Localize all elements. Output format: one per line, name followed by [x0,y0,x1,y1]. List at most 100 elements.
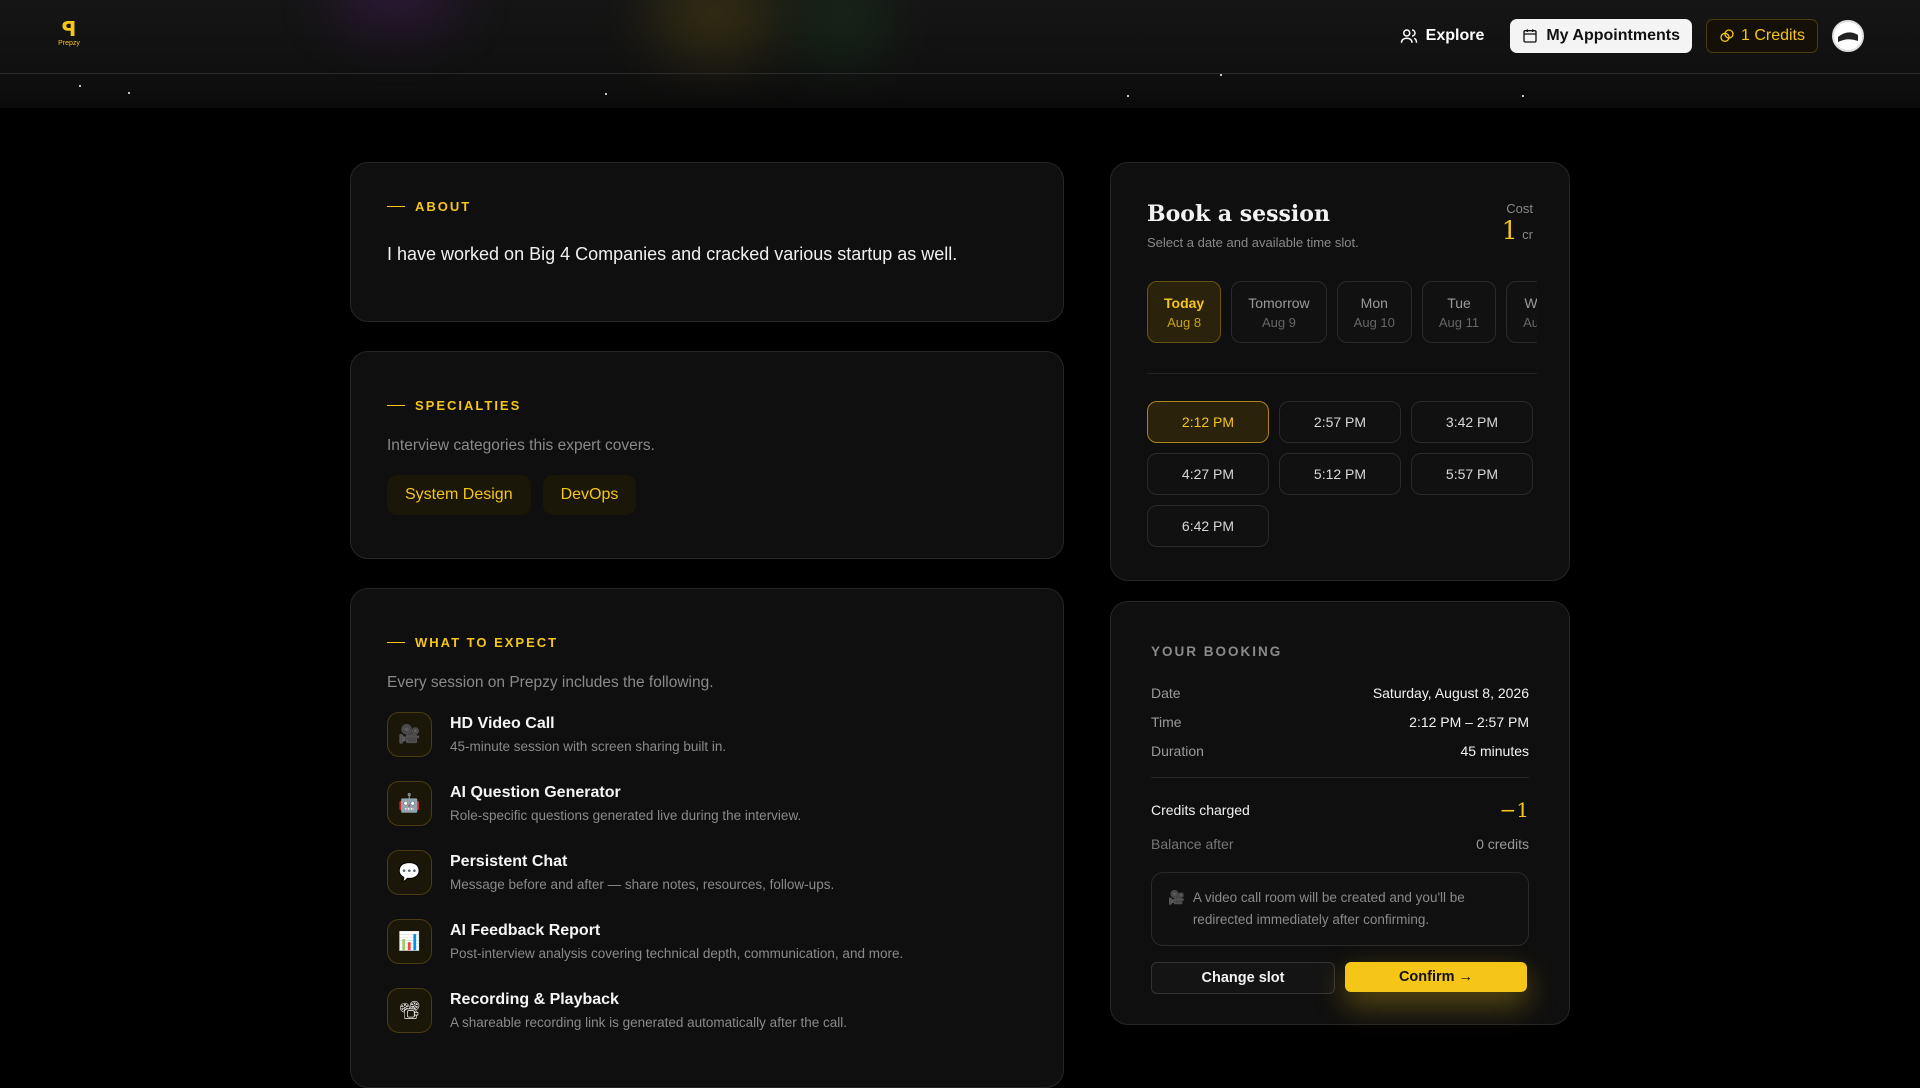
specialties-card: SPECIALTIES Interview categories this ex… [350,351,1064,559]
robot-icon: 🤖 [387,781,432,826]
specialty-chips: System Design DevOps [387,475,1027,515]
specialty-chip[interactable]: DevOps [542,475,637,515]
feature-title: Persistent Chat [450,853,568,870]
background-glow [330,0,460,30]
video-camera-icon: 🎥 [1168,890,1185,905]
explore-link[interactable]: Explore [1388,27,1497,45]
date-option-today[interactable]: Today Aug 8 [1147,281,1222,343]
date-day: Today [1164,294,1205,311]
booking-time-value: 2:12 PM – 2:57 PM [1409,714,1529,730]
date-option-wed[interactable]: We Aug [1506,281,1537,343]
logo-wordmark: Prepzy [58,40,80,47]
specialty-chip[interactable]: System Design [387,475,531,515]
your-booking-card: YOUR BOOKING Date Saturday, August 8, 20… [1110,601,1570,1025]
feature-description: Role-specific questions generated live d… [450,808,802,823]
time-slot[interactable]: 6:42 PM [1147,505,1269,547]
cost-value: 1 [1501,216,1518,245]
date-date: Aug 10 [1353,314,1395,330]
feature-description: Post-interview analysis covering technic… [450,946,904,961]
booking-time-label: Time [1151,714,1182,730]
booking-duration-label: Duration [1151,743,1204,759]
topbar-divider [0,73,1920,74]
cost-unit: cr [1522,227,1533,242]
feature-description: 45-minute session with screen sharing bu… [450,739,727,754]
film-icon: 📽 [387,988,432,1033]
date-day: Tomorrow [1248,294,1310,311]
balance-after-value: 0 credits [1476,836,1529,852]
time-slot[interactable]: 4:27 PM [1147,453,1269,495]
book-session-card: Book a session Select a date and availab… [1110,162,1570,581]
date-option-tomorrow[interactable]: Tomorrow Aug 9 [1231,281,1327,343]
time-slot[interactable]: 5:12 PM [1279,453,1401,495]
feature-item-ai-question-generator: 🤖 AI Question Generator Role-specific qu… [387,781,1027,826]
avatar-image-icon [1835,22,1861,49]
my-appointments-button[interactable]: My Appointments [1510,18,1692,53]
star-dot [79,85,81,87]
time-slot[interactable]: 2:57 PM [1279,401,1401,443]
time-slot[interactable]: 3:42 PM [1411,401,1533,443]
date-option-tue[interactable]: Tue Aug 11 [1421,281,1497,343]
credits-label: 1 Credits [1740,26,1805,44]
balance-after-label: Balance after [1151,836,1234,852]
book-session-subtitle: Select a date and available time slot. [1147,235,1359,250]
balance-after-row: Balance after 0 credits [1151,836,1529,852]
feature-title: HD Video Call [450,715,555,732]
feature-item-hd-video-call: 🎥 HD Video Call 45-minute session with s… [387,712,1027,757]
date-date: Aug 11 [1438,314,1480,330]
star-dot [1522,95,1524,97]
what-to-expect-card: WHAT TO EXPECT Every session on Prepzy i… [350,588,1064,1088]
video-room-notice: 🎥 A video call room will be created and … [1151,872,1529,946]
feature-item-persistent-chat: 💬 Persistent Chat Message before and aft… [387,850,1027,895]
feature-title: AI Question Generator [450,784,621,801]
time-slot-grid: 2:12 PM 2:57 PM 3:42 PM 4:27 PM 5:12 PM … [1147,401,1537,547]
background-glow [650,0,780,60]
booking-date-value: Saturday, August 8, 2026 [1372,685,1529,701]
feature-title: AI Feedback Report [450,922,601,939]
nav-actions: Explore My Appointments 1 Credits [1388,18,1864,53]
background-glow [790,0,890,60]
chat-bubble-icon: 💬 [387,850,432,895]
booking-divider [1151,777,1529,778]
about-heading: ABOUT [387,199,1027,214]
date-day: We [1524,294,1537,311]
specialties-heading: SPECIALTIES [387,398,1027,413]
time-slot[interactable]: 5:57 PM [1411,453,1533,495]
change-slot-button[interactable]: Change slot [1151,962,1335,994]
book-session-title: Book a session [1147,201,1330,227]
feature-title: Recording & Playback [450,991,619,1008]
feature-item-ai-feedback-report: 📊 AI Feedback Report Post-interview anal… [387,919,1027,964]
users-icon [1400,28,1417,43]
booking-date-row: Date Saturday, August 8, 2026 [1151,685,1529,701]
about-card: ABOUT I have worked on Big 4 Companies a… [350,162,1064,322]
cost-label: Cost [1506,201,1533,216]
star-dot [1220,74,1222,76]
time-slot[interactable]: 2:12 PM [1147,401,1269,443]
star-dot [128,92,130,94]
date-divider [1147,373,1537,374]
credits-button[interactable]: 1 Credits [1705,18,1818,53]
feature-description: Message before and after — share notes, … [450,877,835,892]
star-dot [605,93,607,95]
user-avatar[interactable] [1832,19,1864,52]
date-option-mon[interactable]: Mon Aug 10 [1336,281,1412,343]
what-to-expect-subtitle: Every session on Prepzy includes the fol… [387,674,714,691]
prepzy-logo[interactable]: ꟼ Prepzy [54,20,84,50]
coins-icon [1720,28,1734,42]
top-navigation-bar: ꟼ Prepzy Explore My Appointments 1 Credi… [0,0,1920,108]
notice-text: A video call room will be created and yo… [1192,890,1465,927]
confirm-button[interactable]: Confirm → [1345,962,1527,992]
booking-actions: Change slot Confirm → [1151,962,1529,994]
explore-label: Explore [1425,26,1485,44]
feature-list: 🎥 HD Video Call 45-minute session with s… [387,712,1027,1033]
video-camera-icon: 🎥 [387,712,432,757]
date-day: Tue [1447,294,1471,311]
date-date: Aug 8 [1167,314,1202,330]
calendar-icon [1523,28,1538,43]
feature-item-recording-playback: 📽 Recording & Playback A shareable recor… [387,988,1027,1033]
about-text: I have worked on Big 4 Companies and cra… [387,244,958,264]
booking-time-row: Time 2:12 PM – 2:57 PM [1151,714,1529,730]
date-day: Mon [1360,294,1388,311]
date-picker: Today Aug 8 Tomorrow Aug 9 Mon Aug 10 Tu… [1147,281,1537,345]
date-date: Aug 9 [1261,314,1296,330]
booking-duration-row: Duration 45 minutes [1151,743,1529,759]
